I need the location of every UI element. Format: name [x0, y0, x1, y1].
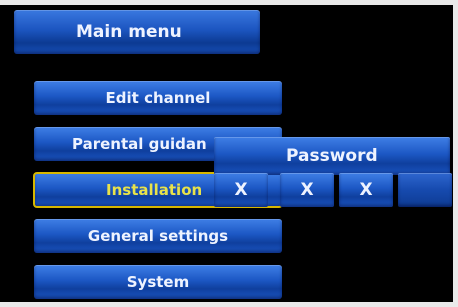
menu-item-edit-channel[interactable]: Edit channel [34, 81, 282, 115]
main-menu-title: Main menu [14, 10, 260, 54]
frame-edge-bottom [0, 302, 458, 307]
menu-item-label: Installation [106, 181, 203, 199]
menu-item-label: Edit channel [105, 89, 211, 107]
menu-item-label: General settings [87, 227, 229, 245]
password-digit-value: X [300, 180, 314, 200]
password-digit-value: X [234, 180, 248, 200]
password-dialog-title: Password [214, 137, 450, 175]
password-digit-1[interactable]: X [214, 173, 268, 207]
password-dialog-title-text: Password [286, 146, 378, 166]
tv-screen: Main menu Edit channel Parental guidan I… [0, 0, 458, 307]
password-digit-3[interactable]: X [339, 173, 393, 207]
frame-edge-top [0, 0, 458, 5]
menu-item-label: Parental guidan [72, 135, 207, 153]
frame-edge-right [453, 0, 458, 307]
menu-item-general-settings[interactable]: General settings [34, 219, 282, 253]
password-digit-value: X [359, 180, 373, 200]
main-menu-title-text: Main menu [76, 22, 182, 42]
menu-item-system[interactable]: System [34, 265, 282, 299]
password-digit-2[interactable]: X [280, 173, 334, 207]
password-digit-4[interactable] [398, 173, 452, 207]
menu-item-label: System [126, 273, 190, 291]
